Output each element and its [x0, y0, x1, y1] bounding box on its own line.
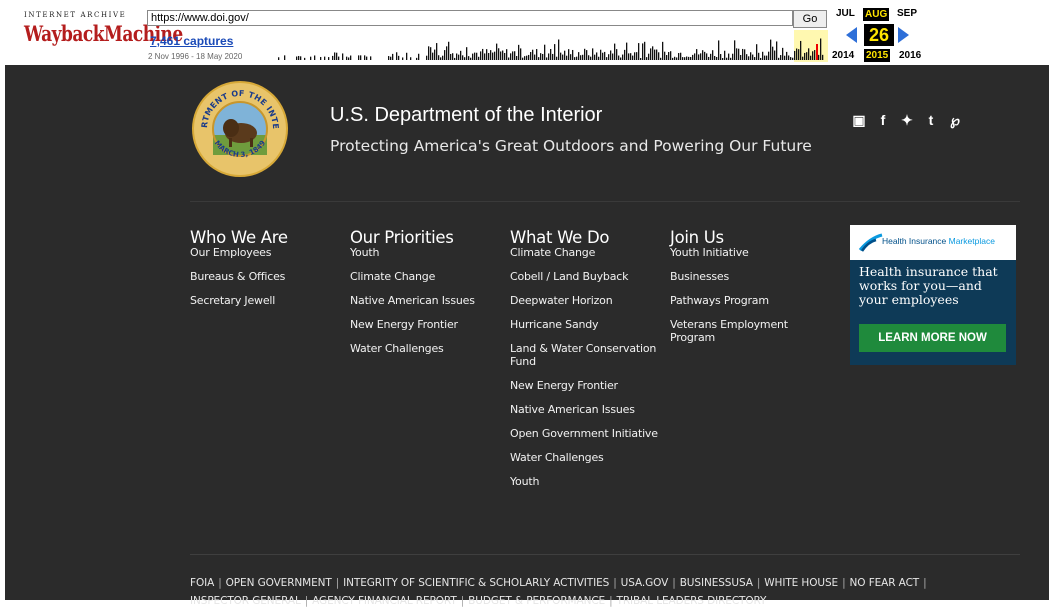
divider-bottom — [190, 554, 1020, 555]
nav-link[interactable]: Native American Issues — [350, 294, 510, 307]
wayback-logo[interactable]: INTERNET ARCHIVE WaybackMachine — [24, 11, 183, 49]
nav-link[interactable]: Our Employees — [190, 246, 350, 259]
nav-link[interactable]: Businesses — [670, 270, 830, 283]
footer-separator: | — [842, 577, 846, 589]
footer-separator: | — [460, 595, 465, 607]
prev-capture-arrow-icon[interactable] — [846, 27, 857, 43]
nav-link[interactable]: Water Challenges — [350, 342, 510, 355]
nav-column: Our Priorities Youth Climate Change Native … — [350, 228, 510, 366]
nav-column-list: Climate Change Cobell / Land Buyback Deepw… — [510, 246, 670, 488]
site-title[interactable]: U.S. Department of the Interior — [330, 104, 602, 127]
nav-column: What We Do Climate Change Cobell / Land Bu… — [510, 228, 670, 499]
ad-header: Health Insurance Marketplace — [850, 225, 1016, 260]
nav-link[interactable]: Climate Change — [510, 246, 670, 259]
nav-link[interactable]: Veterans Employment Program — [670, 318, 830, 344]
wayback-logo-main: WaybackMachine — [24, 22, 183, 47]
nav-column-heading[interactable]: What We Do — [510, 228, 670, 247]
wayback-date-range: 2 Nov 1996 - 18 May 2020 — [148, 52, 243, 61]
footer-link[interactable]: INTEGRITY OF SCIENTIFIC & SCHOLARLY ACTI… — [343, 577, 609, 589]
footer-link[interactable]: FOIA — [190, 577, 214, 589]
footer-separator: | — [609, 595, 613, 607]
calendar-current-year: 2015 — [864, 49, 891, 62]
nav-link[interactable]: Cobell / Land Buyback — [510, 270, 670, 283]
health-insurance-ad[interactable]: Health Insurance Marketplace Health insu… — [850, 225, 1016, 365]
footer-row: INSPECTOR GENERAL | AGENCY FINANCIAL REPOR… — [190, 592, 1010, 610]
nav-column-heading[interactable]: Our Priorities — [350, 228, 510, 247]
footer-link[interactable]: OPEN GOVERNMENT — [226, 577, 332, 589]
calendar-day: 26 — [864, 24, 894, 46]
tumblr-icon[interactable]: t — [920, 112, 942, 129]
site-tagline: Protecting America's Great Outdoors and … — [330, 137, 812, 155]
facebook-icon[interactable]: f — [872, 112, 894, 129]
social-links: ▣ f ✦ t ℘ — [848, 112, 966, 129]
wayback-logo-top: INTERNET ARCHIVE — [24, 11, 127, 19]
footer-link[interactable]: AGENCY FINANCIAL REPORT — [312, 595, 457, 607]
divider-top — [190, 201, 1020, 202]
doi-page: DEPARTMENT OF THE INTERIOR MARCH 3, 1849… — [5, 65, 1049, 607]
calendar-current-month: AUG — [863, 8, 890, 21]
ad-brand-b: Marketplace — [948, 236, 995, 246]
wayback-captures-link[interactable]: 7,461 captures — [150, 34, 233, 48]
wayback-toolbar: INTERNET ARCHIVE WaybackMachine https://… — [0, 0, 1049, 65]
nav-column-heading[interactable]: Who We Are — [190, 228, 350, 247]
wayback-url-input[interactable]: https://www.doi.gov/ — [147, 10, 793, 26]
wayback-go-button[interactable]: Go — [793, 10, 827, 28]
nav-link[interactable]: Bureaus & Offices — [190, 270, 350, 283]
nav-link[interactable]: Youth Initiative — [670, 246, 830, 259]
footer-link[interactable]: WHITE HOUSE — [764, 577, 838, 589]
nav-link[interactable]: Deepwater Horizon — [510, 294, 670, 307]
nav-link[interactable]: Pathways Program — [670, 294, 830, 307]
calendar-next-year[interactable]: 2016 — [899, 50, 921, 61]
ad-body-text: Health insurance that works for you—and … — [859, 264, 998, 307]
footer-separator: | — [218, 577, 222, 589]
nav-link[interactable]: Water Challenges — [510, 451, 670, 464]
nav-column-list: Our Employees Bureaus & Offices Secretary … — [190, 246, 350, 307]
nav-link[interactable]: Native American Issues — [510, 403, 670, 416]
footer-link[interactable]: USA.GOV — [621, 577, 669, 589]
nav-column-list: Youth Initiative Businesses Pathways Progr… — [670, 246, 830, 344]
ad-brand-a: Health Insurance — [882, 236, 949, 246]
footer-link[interactable]: BUDGET & PERFORMANCE — [468, 595, 605, 607]
nav-link[interactable]: Land & Water Conservation Fund — [510, 342, 670, 368]
nav-link[interactable]: Youth — [510, 475, 670, 488]
footer-separator: | — [672, 577, 676, 589]
footer-link[interactable]: NO FEAR ACT — [850, 577, 920, 589]
footer-link[interactable]: TRIBAL LEADERS DIRECTORY — [617, 595, 767, 607]
nav-column-heading[interactable]: Join Us — [670, 228, 830, 247]
footer-link[interactable]: BUSINESSUSA — [680, 577, 753, 589]
next-capture-arrow-icon[interactable] — [898, 27, 909, 43]
nav-link[interactable]: Open Government Initiative — [510, 427, 670, 440]
learn-more-button[interactable]: LEARN MORE NOW — [859, 324, 1006, 352]
footer-separator: | — [335, 577, 340, 589]
nav-link[interactable]: Secretary Jewell — [190, 294, 350, 307]
nav-column: Join Us Youth Initiative Businesses Pathway… — [670, 228, 830, 355]
nav-link[interactable]: New Energy Frontier — [510, 379, 670, 392]
nav-column-list: Youth Climate Change Native American Issue… — [350, 246, 510, 355]
footer-links: FOIA | OPEN GOVERNMENT | INTEGRITY OF SCIENT… — [190, 574, 1010, 610]
nav-link[interactable]: Climate Change — [350, 270, 510, 283]
twitter-icon[interactable]: ✦ — [896, 112, 918, 129]
calendar-next-month[interactable]: SEP — [897, 8, 917, 19]
wayback-capture-sparkline[interactable] — [254, 30, 828, 62]
calendar-prev-month[interactable]: JUL — [836, 8, 855, 19]
nav-link[interactable]: Hurricane Sandy — [510, 318, 670, 331]
marketplace-swoosh-icon — [858, 233, 883, 252]
nav-link[interactable]: Youth — [350, 246, 510, 259]
pinterest-icon[interactable]: ℘ — [944, 112, 966, 129]
instagram-icon[interactable]: ▣ — [848, 112, 870, 129]
footer-separator: | — [613, 577, 617, 589]
ad-brand: Health Insurance Marketplace — [882, 236, 995, 246]
nav-link[interactable]: New Energy Frontier — [350, 318, 510, 331]
footer-row: FOIA | OPEN GOVERNMENT | INTEGRITY OF SCIENT… — [190, 574, 1010, 592]
footer-separator: | — [923, 577, 927, 589]
footer-separator: | — [304, 595, 309, 607]
footer-link[interactable]: INSPECTOR GENERAL — [190, 595, 301, 607]
calendar-prev-year[interactable]: 2014 — [832, 50, 854, 61]
doi-seal-logo[interactable]: DEPARTMENT OF THE INTERIOR MARCH 3, 1849 — [191, 80, 289, 178]
footer-separator: | — [756, 577, 761, 589]
nav-column: Who We Are Our Employees Bureaus & Offices… — [190, 228, 350, 318]
